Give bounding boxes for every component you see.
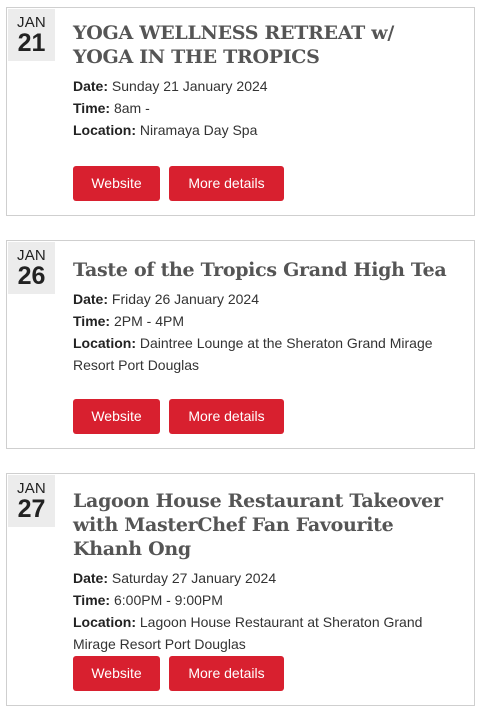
event-time: Time: 2PM - 4PM	[73, 310, 460, 332]
event-location: Location: Lagoon House Restaurant at She…	[73, 611, 460, 655]
date-badge: JAN 21	[8, 9, 55, 61]
event-time: Time: 6:00PM - 9:00PM	[73, 589, 460, 611]
event-time: Time: 8am -	[73, 97, 460, 119]
date-badge: JAN 27	[8, 475, 55, 527]
date-day: 27	[17, 495, 46, 523]
location-value: Niramaya Day Spa	[139, 122, 258, 138]
date-month: JAN	[17, 14, 46, 31]
event-location: Location: Daintree Lounge at the Sherato…	[73, 332, 460, 376]
event-card: JAN 21 YOGA WELLNESS RETREAT w/ YOGA IN …	[6, 7, 475, 216]
date-month: JAN	[17, 247, 46, 264]
location-label: Location:	[73, 335, 136, 351]
event-date: Date: Friday 26 January 2024	[73, 288, 460, 310]
event-title[interactable]: YOGA WELLNESS RETREAT w/ YOGA IN THE TRO…	[73, 21, 460, 69]
time-label: Time:	[73, 100, 111, 116]
date-label: Date:	[73, 291, 109, 307]
time-label: Time:	[73, 592, 111, 608]
event-location: Location: Niramaya Day Spa	[73, 119, 460, 141]
website-button[interactable]: Website	[73, 399, 160, 434]
date-value: Saturday 27 January 2024	[111, 570, 277, 586]
event-title[interactable]: Taste of the Tropics Grand High Tea	[73, 258, 460, 282]
event-card: JAN 26 Taste of the Tropics Grand High T…	[6, 240, 475, 449]
time-value: 2PM - 4PM	[113, 313, 184, 329]
more-details-button[interactable]: More details	[169, 656, 284, 691]
more-details-button[interactable]: More details	[169, 166, 284, 201]
date-day: 21	[17, 29, 46, 57]
date-month: JAN	[17, 480, 46, 497]
event-title[interactable]: Lagoon House Restaurant Takeover with Ma…	[73, 489, 460, 561]
date-value: Friday 26 January 2024	[111, 291, 259, 307]
event-date: Date: Saturday 27 January 2024	[73, 567, 460, 589]
website-button[interactable]: Website	[73, 166, 160, 201]
time-value: 8am -	[113, 100, 150, 116]
location-label: Location:	[73, 614, 136, 630]
date-label: Date:	[73, 570, 109, 586]
time-value: 6:00PM - 9:00PM	[113, 592, 223, 608]
date-label: Date:	[73, 78, 109, 94]
event-card: JAN 27 Lagoon House Restaurant Takeover …	[6, 473, 475, 706]
website-button[interactable]: Website	[73, 656, 160, 691]
more-details-button[interactable]: More details	[169, 399, 284, 434]
event-date: Date: Sunday 21 January 2024	[73, 75, 460, 97]
location-label: Location:	[73, 122, 136, 138]
date-badge: JAN 26	[8, 242, 55, 294]
date-value: Sunday 21 January 2024	[111, 78, 268, 94]
time-label: Time:	[73, 313, 111, 329]
date-day: 26	[17, 262, 46, 290]
